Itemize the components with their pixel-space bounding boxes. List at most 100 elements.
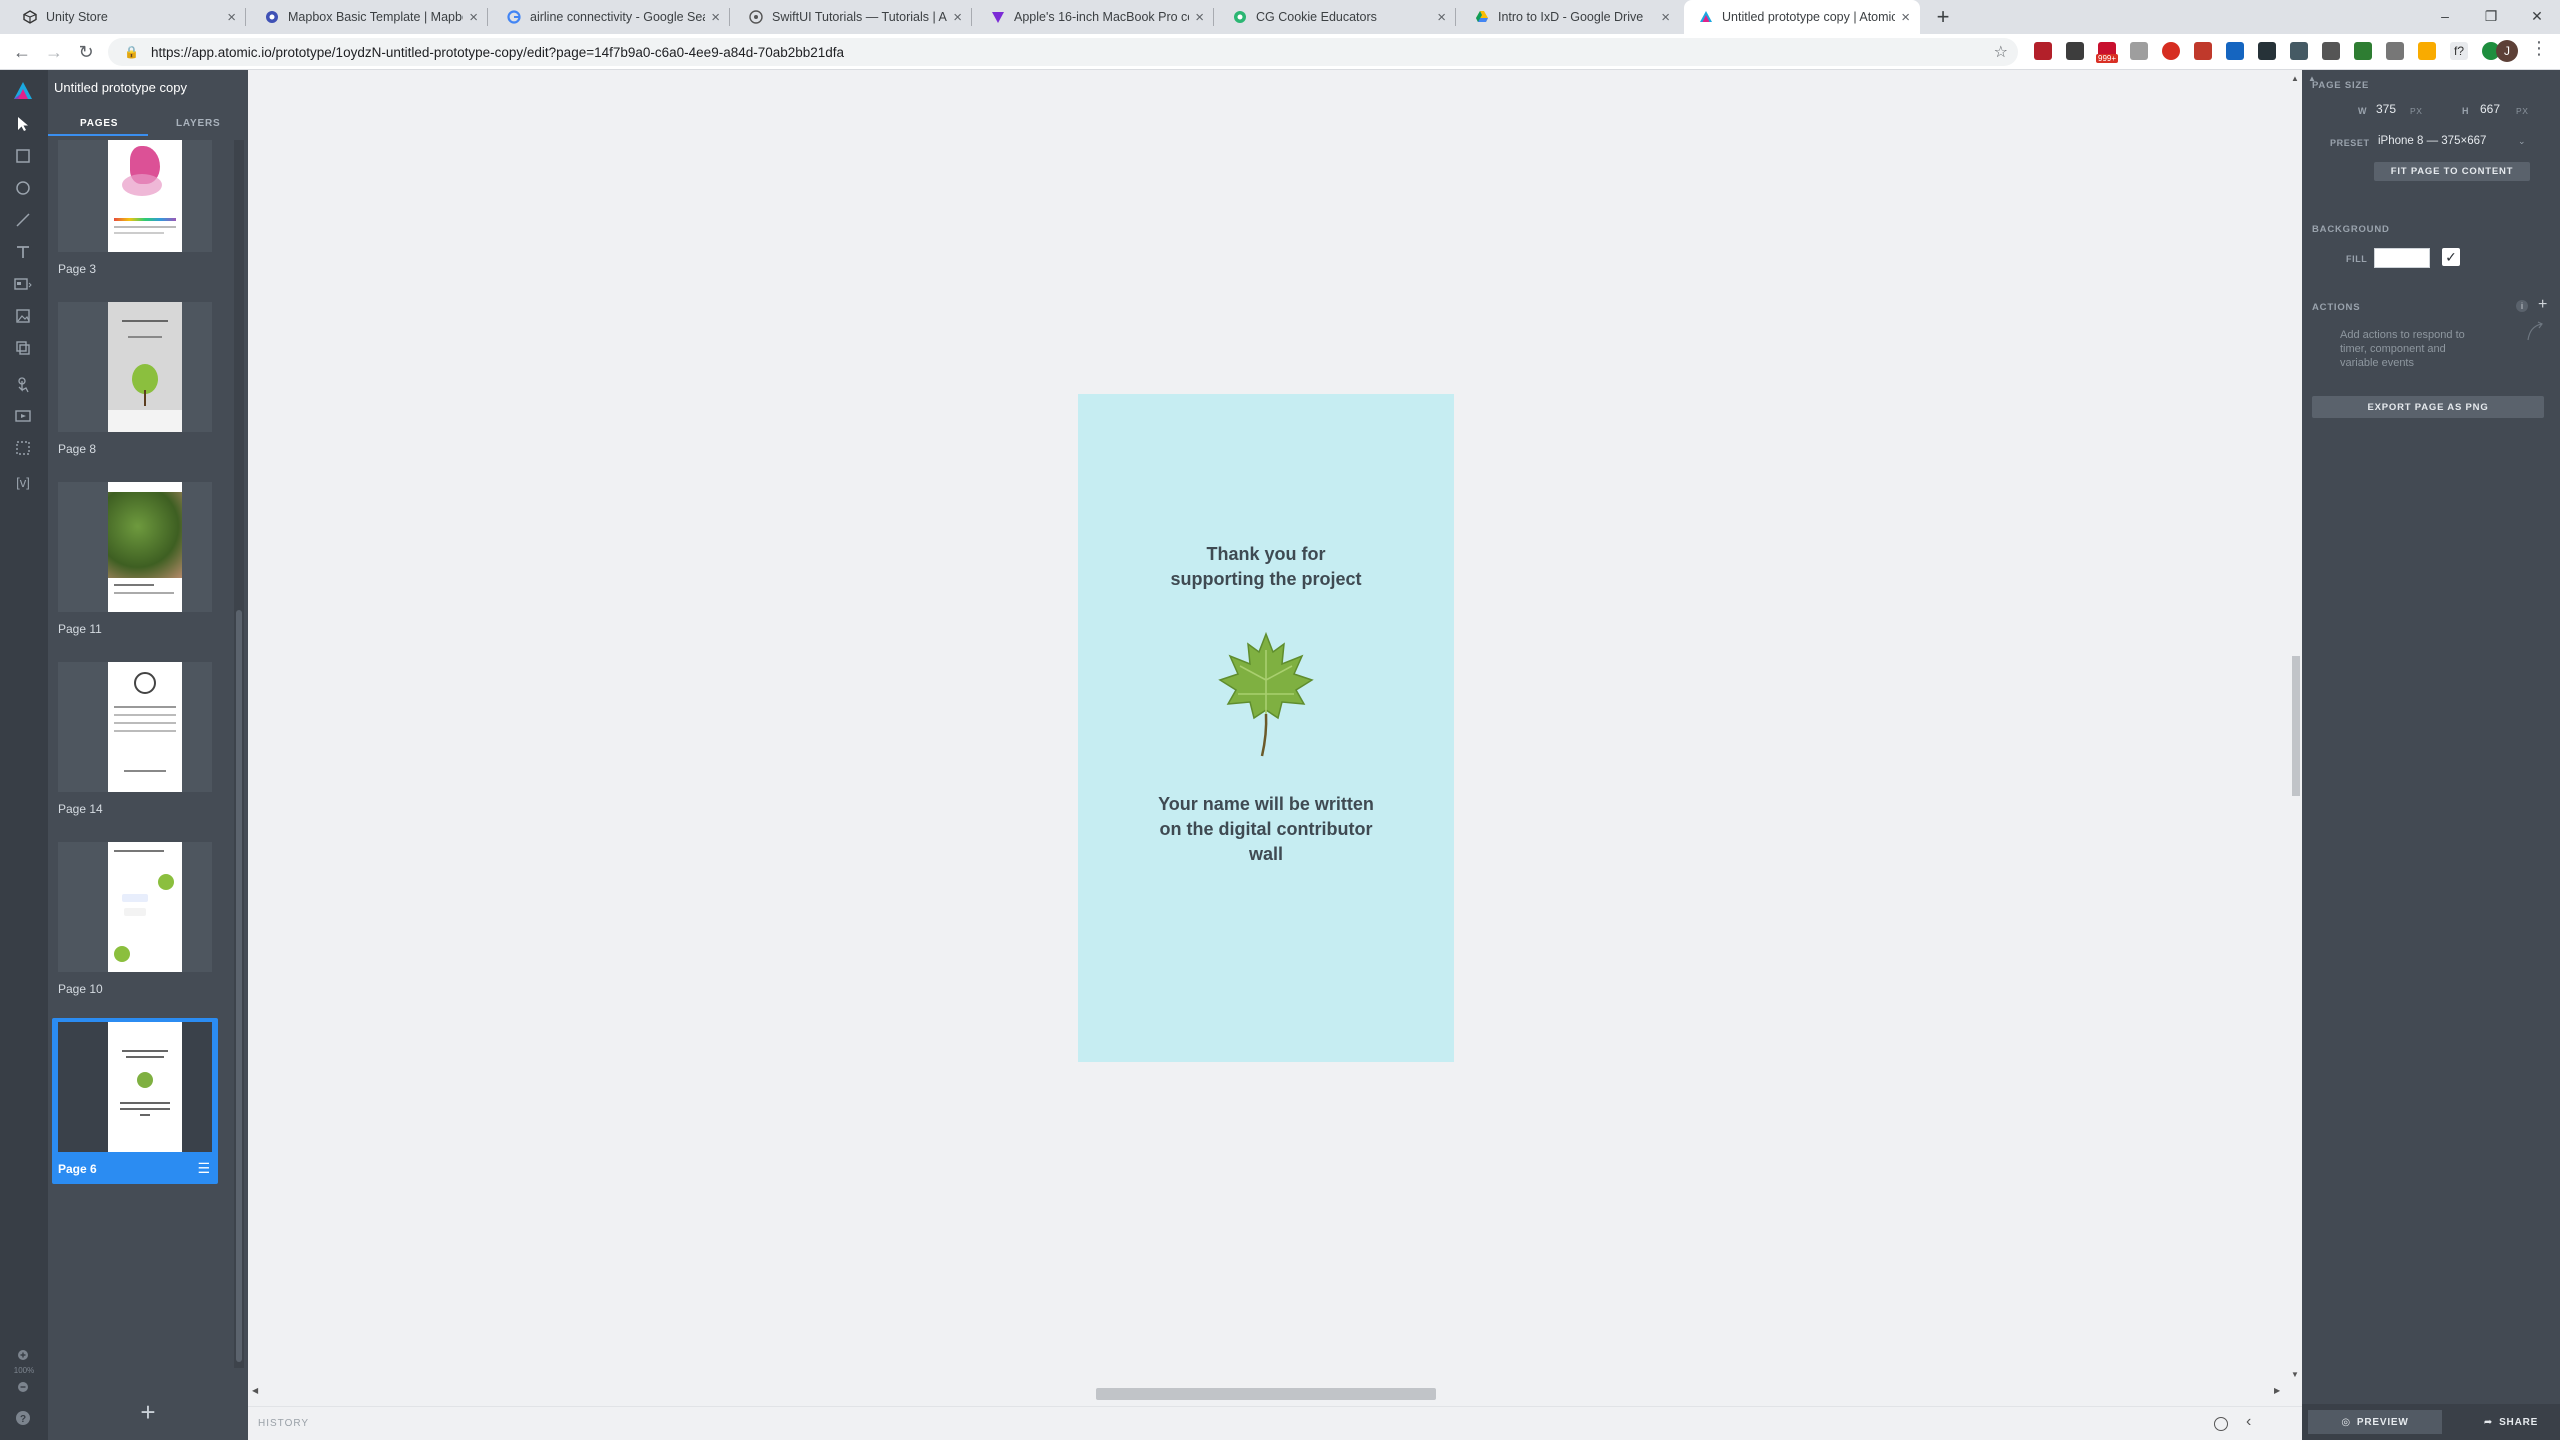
tab-verge[interactable]: Apple's 16-inch MacBook Pro co × bbox=[976, 0, 1214, 34]
back-arrow-icon[interactable]: ← bbox=[10, 40, 34, 64]
contributor-message[interactable]: Your name will be written on the digital… bbox=[1156, 792, 1376, 867]
preset-select[interactable]: iPhone 8 — 375×667 bbox=[2378, 135, 2486, 147]
acrobat-extension-icon[interactable] bbox=[2034, 42, 2052, 60]
address-bar[interactable]: 🔒 https://app.atomic.io/prototype/1oydzN… bbox=[108, 38, 2018, 66]
reload-icon[interactable]: ↻ bbox=[74, 40, 98, 64]
fit-page-to-content-button[interactable]: FIT PAGE TO CONTENT bbox=[2374, 162, 2530, 181]
canvas-vertical-scrollbar[interactable]: ▲ ▼ bbox=[2288, 70, 2302, 1392]
extension-icon[interactable]: f? bbox=[2450, 42, 2468, 60]
tab-layers[interactable]: LAYERS bbox=[176, 118, 220, 129]
extension-icon[interactable] bbox=[2162, 42, 2180, 60]
tab-pages[interactable]: PAGES bbox=[80, 118, 118, 129]
browser-menu-icon[interactable]: ⋮ bbox=[2530, 38, 2548, 59]
zoom-out-icon[interactable] bbox=[12, 1378, 34, 1400]
tab-unity-store[interactable]: Unity Store × bbox=[8, 0, 246, 34]
extension-icon[interactable] bbox=[2290, 42, 2308, 60]
close-tab-icon[interactable]: × bbox=[1437, 9, 1446, 26]
vertical-scroll-thumb[interactable] bbox=[2292, 656, 2300, 796]
tab-mapbox[interactable]: Mapbox Basic Template | Mapbo × bbox=[250, 0, 488, 34]
share-arrow-icon: ➦ bbox=[2483, 1416, 2494, 1428]
page-card-10[interactable]: Page 10 bbox=[52, 838, 218, 1004]
tab-atomic-active[interactable]: Untitled prototype copy | Atomic × bbox=[1684, 0, 1920, 34]
tab-google-search[interactable]: airline connectivity - Google Sea × bbox=[492, 0, 730, 34]
page-card-14[interactable]: Page 14 bbox=[52, 658, 218, 824]
scroll-left-arrow-icon[interactable]: ◀ bbox=[252, 1386, 258, 1395]
ellipse-tool-icon[interactable] bbox=[12, 180, 34, 202]
fill-enabled-checkbox[interactable]: ✓ bbox=[2442, 248, 2460, 266]
extension-icon[interactable] bbox=[2226, 42, 2244, 60]
component-tool-icon[interactable] bbox=[12, 276, 34, 298]
add-action-icon[interactable]: + bbox=[2538, 296, 2547, 314]
copy-tool-icon[interactable] bbox=[12, 340, 34, 362]
variables-tool-icon[interactable]: [v] bbox=[12, 472, 34, 494]
extension-icon[interactable] bbox=[2386, 42, 2404, 60]
add-page-button[interactable]: + bbox=[136, 1399, 160, 1425]
page-card-3[interactable]: Page 3 bbox=[52, 140, 218, 284]
pages-scrollbar-thumb[interactable] bbox=[236, 610, 242, 1362]
profile-avatar[interactable]: J bbox=[2496, 40, 2518, 62]
close-tab-icon[interactable]: × bbox=[953, 9, 962, 26]
extension-icon[interactable] bbox=[2258, 42, 2276, 60]
extension-icon[interactable] bbox=[2066, 42, 2084, 60]
record-icon[interactable] bbox=[2214, 1417, 2228, 1431]
text-tool-icon[interactable] bbox=[12, 244, 34, 266]
extension-icon[interactable] bbox=[2354, 42, 2372, 60]
restore-button[interactable]: ❐ bbox=[2468, 0, 2514, 34]
page-card-11[interactable]: Page 11 bbox=[52, 478, 218, 644]
close-tab-icon[interactable]: × bbox=[711, 9, 720, 26]
help-icon[interactable]: ? bbox=[12, 1410, 34, 1432]
artboard[interactable]: Thank you for supporting the project You… bbox=[1078, 394, 1454, 1062]
media-tool-icon[interactable] bbox=[12, 408, 34, 430]
maple-leaf-image[interactable] bbox=[1216, 630, 1316, 765]
scroll-up-arrow-icon[interactable]: ▲ bbox=[2291, 74, 2299, 83]
chevron-down-icon[interactable]: ⌄ bbox=[2518, 136, 2526, 147]
close-tab-icon[interactable]: × bbox=[1661, 9, 1670, 26]
extension-icon[interactable] bbox=[2322, 42, 2340, 60]
frame-tool-icon[interactable] bbox=[12, 440, 34, 462]
pages-scrollbar[interactable] bbox=[234, 140, 244, 1368]
preview-button[interactable]: ◎ PREVIEW bbox=[2308, 1410, 2442, 1434]
new-tab-button[interactable]: + bbox=[1930, 4, 1956, 30]
history-label[interactable]: HISTORY bbox=[258, 1418, 309, 1429]
minimize-button[interactable]: – bbox=[2422, 0, 2468, 34]
page-card-8[interactable]: Page 8 bbox=[52, 298, 218, 464]
tab-google-drive[interactable]: Intro to IxD - Google Drive × bbox=[1460, 0, 1680, 34]
export-page-png-button[interactable]: EXPORT PAGE AS PNG bbox=[2312, 396, 2544, 418]
forward-arrow-icon[interactable]: → bbox=[42, 40, 66, 64]
close-tab-icon[interactable]: × bbox=[1901, 9, 1910, 26]
rectangle-tool-icon[interactable] bbox=[12, 148, 34, 170]
touch-interaction-icon[interactable] bbox=[12, 376, 34, 398]
fill-color-swatch[interactable] bbox=[2374, 248, 2430, 268]
page-card-6[interactable]: Page 6 ☰ bbox=[52, 1018, 218, 1184]
tab-cg-cookie[interactable]: CG Cookie Educators × bbox=[1218, 0, 1456, 34]
extension-icon[interactable] bbox=[2194, 42, 2212, 60]
chevron-left-icon[interactable]: ‹ bbox=[2246, 1413, 2251, 1431]
close-tab-icon[interactable]: × bbox=[1195, 9, 1204, 26]
image-tool-icon[interactable] bbox=[12, 308, 34, 330]
canvas-horizontal-scrollbar[interactable]: ◀ ▶ bbox=[248, 1384, 2288, 1402]
width-input[interactable]: 375 bbox=[2376, 102, 2396, 116]
thank-you-heading[interactable]: Thank you for supporting the project bbox=[1078, 542, 1454, 592]
extension-icon[interactable] bbox=[2418, 42, 2436, 60]
close-tab-icon[interactable]: × bbox=[227, 9, 236, 26]
info-icon[interactable]: i bbox=[2516, 300, 2528, 312]
select-tool-icon[interactable] bbox=[12, 116, 34, 138]
share-button[interactable]: ➦ SHARE bbox=[2468, 1410, 2554, 1434]
share-label: SHARE bbox=[2499, 1416, 2539, 1428]
canvas[interactable]: Thank you for supporting the project You… bbox=[248, 70, 2302, 1440]
scroll-down-arrow-icon[interactable]: ▼ bbox=[2291, 1370, 2299, 1379]
tab-separator bbox=[245, 8, 246, 26]
height-input[interactable]: 667 bbox=[2480, 102, 2500, 116]
scroll-right-arrow-icon[interactable]: ▶ bbox=[2274, 1386, 2280, 1395]
extension-icon[interactable] bbox=[2130, 42, 2148, 60]
atomic-logo[interactable] bbox=[12, 80, 34, 102]
bookmark-star-icon[interactable]: ☆ bbox=[1994, 42, 2008, 62]
horizontal-scroll-thumb[interactable] bbox=[1096, 1388, 1436, 1400]
close-window-button[interactable]: ✕ bbox=[2514, 0, 2560, 34]
tab-swiftui[interactable]: SwiftUI Tutorials — Tutorials | Ap × bbox=[734, 0, 972, 34]
line-tool-icon[interactable] bbox=[12, 212, 34, 234]
close-tab-icon[interactable]: × bbox=[469, 9, 478, 26]
page-menu-icon[interactable]: ☰ bbox=[197, 1160, 210, 1177]
zoom-in-icon[interactable] bbox=[12, 1346, 34, 1368]
project-title[interactable]: Untitled prototype copy bbox=[54, 80, 187, 95]
